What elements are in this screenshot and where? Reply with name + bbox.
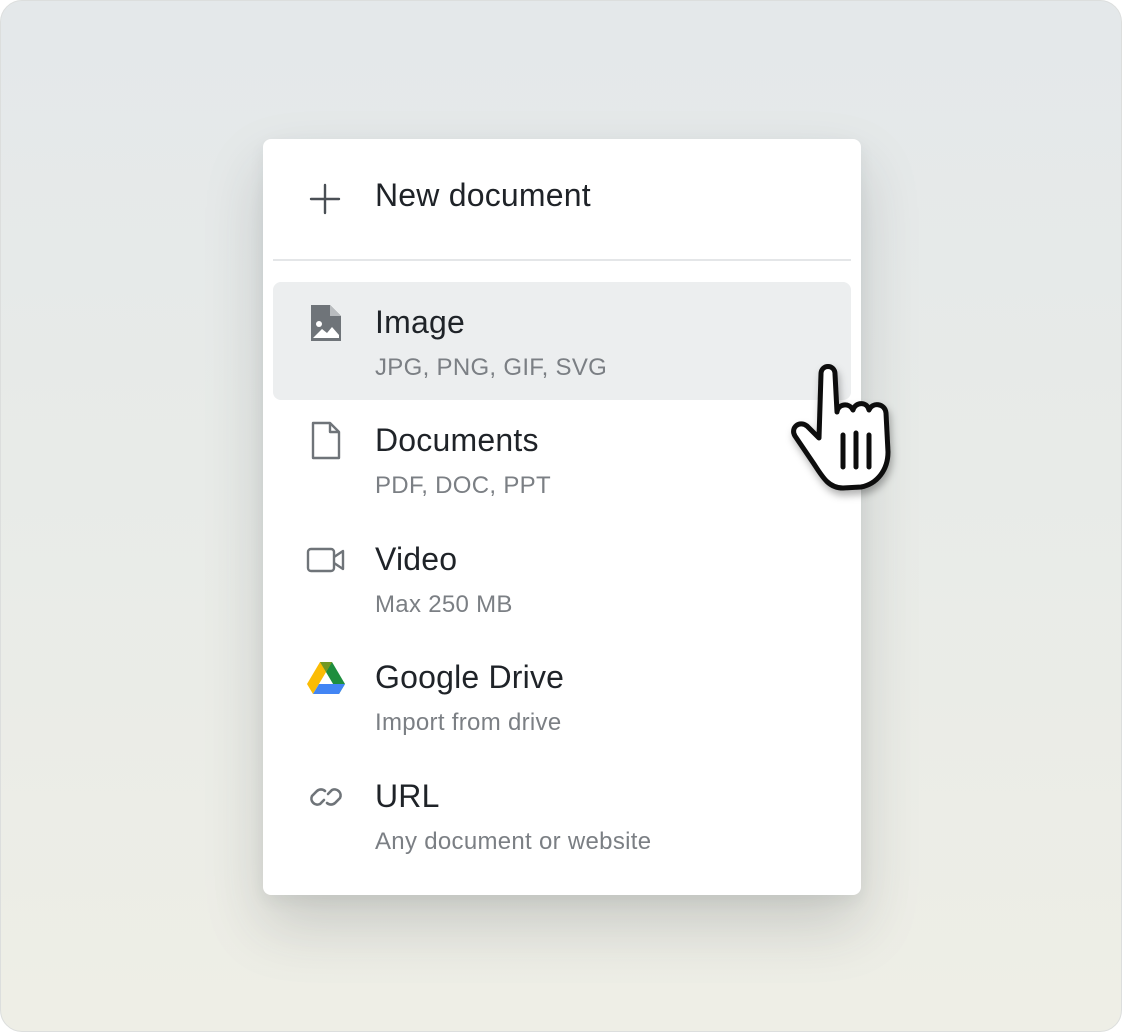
menu-divider bbox=[273, 259, 851, 261]
video-camera-icon bbox=[306, 547, 345, 573]
menu-item-title: Image bbox=[375, 304, 465, 340]
menu-item-documents[interactable]: Documents PDF, DOC, PPT bbox=[273, 400, 851, 518]
image-file-icon bbox=[311, 305, 341, 341]
menu-item-video[interactable]: Video Max 250 MB bbox=[273, 519, 851, 637]
menu-item-title: URL bbox=[375, 778, 440, 814]
add-source-menu: New document Image JPG, PNG, GIF, SVG Do… bbox=[263, 139, 861, 895]
background-frame: New document Image JPG, PNG, GIF, SVG Do… bbox=[0, 0, 1122, 1032]
menu-item-subtitle: Import from drive bbox=[375, 709, 562, 736]
menu-item-subtitle: Any document or website bbox=[375, 828, 652, 855]
menu-item-subtitle: Max 250 MB bbox=[375, 591, 513, 618]
menu-item-google-drive[interactable]: Google Drive Import from drive bbox=[273, 637, 851, 755]
menu-item-subtitle: PDF, DOC, PPT bbox=[375, 472, 551, 499]
new-document-button[interactable]: New document bbox=[273, 139, 851, 259]
plus-icon bbox=[309, 183, 341, 215]
google-drive-icon bbox=[307, 662, 345, 694]
menu-item-title: Documents bbox=[375, 422, 539, 458]
document-icon bbox=[311, 421, 341, 460]
menu-item-title: Google Drive bbox=[375, 659, 565, 695]
menu-item-title: Video bbox=[375, 541, 458, 577]
menu-item-subtitle: JPG, PNG, GIF, SVG bbox=[375, 354, 608, 381]
link-icon bbox=[310, 788, 342, 806]
new-document-label: New document bbox=[375, 177, 591, 213]
menu-item-url[interactable]: URL Any document or website bbox=[273, 756, 851, 874]
menu-item-image[interactable]: Image JPG, PNG, GIF, SVG bbox=[273, 282, 851, 400]
